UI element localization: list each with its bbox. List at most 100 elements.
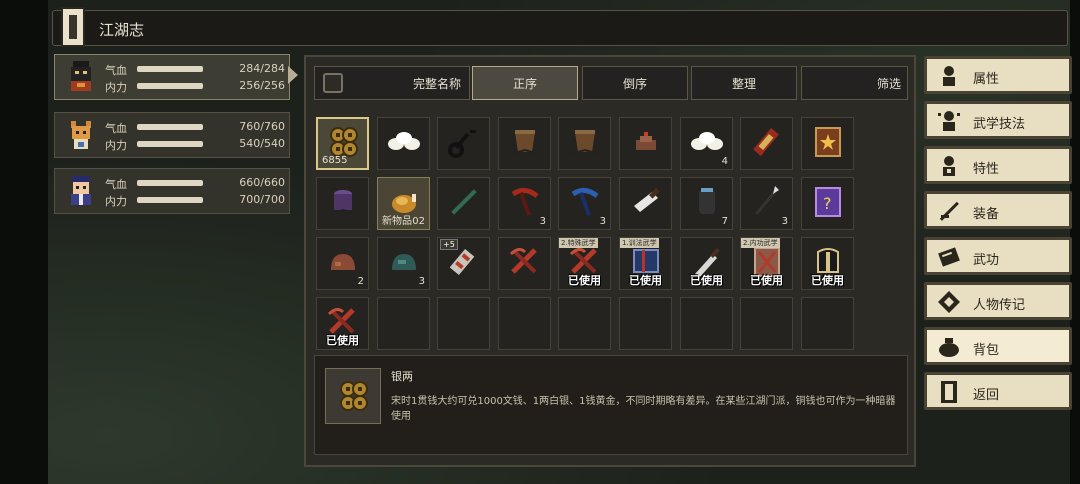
inventory-slot[interactable] [558,117,611,170]
book-star-icon [815,127,841,157]
inventory-slot[interactable] [437,117,490,170]
mp-bar [137,141,203,147]
full-name-toggle[interactable]: 完整名称 [314,66,470,100]
organize-button[interactable]: 整理 [691,66,797,100]
hp-label: 气血 [105,178,127,191]
menu-button-door[interactable]: 返回 [924,372,1072,410]
bag-icon [939,338,959,357]
full-name-label: 完整名称 [412,76,461,91]
inventory-slot[interactable] [498,117,551,170]
spear-icon [755,186,779,215]
inventory-slot[interactable] [619,117,672,170]
inventory-slot[interactable]: 已使用 [316,297,369,350]
menu-button-bag[interactable]: 背包 [924,327,1072,365]
filter-label: 筛选 [876,76,901,91]
character-card-2[interactable]: 气血 760/760 内力 540/540 [54,112,290,158]
inventory-slot[interactable] [316,177,369,230]
menu-button-sword[interactable]: 装备 [924,191,1072,229]
inventory-slot[interactable]: 7 [680,177,733,230]
meat-chunk-icon [636,132,656,150]
inventory-slot[interactable]: 2.特殊武学 已使用 [558,237,611,290]
menu-button-manual[interactable]: 武功 [924,237,1072,275]
mp-value: 256/256 [239,79,285,92]
inventory-slot[interactable] [377,117,430,170]
inventory-slot[interactable]: 4 [680,117,733,170]
hp-value: 284/284 [239,62,285,75]
inventory-slot[interactable]: 已使用 [801,237,854,290]
menu-label: 装备 [973,207,1000,222]
left-edge [0,0,48,484]
filter-button[interactable]: 筛选 [801,66,908,100]
sort-desc-button[interactable]: 倒序 [582,66,688,100]
empty-inventory-slot[interactable] [498,297,551,350]
menu-label: 返回 [973,388,1000,403]
manual-icon [938,247,960,267]
mp-label: 内力 [105,139,127,152]
menu-button-diamond[interactable]: 人物传记 [924,282,1072,320]
hp-value: 660/660 [239,176,285,189]
detail-item-description: 宋时1贯钱大约可兑1000文钱、1两白银、1钱黄金，不同时期略有差异。在某些江湖… [391,396,896,422]
inventory-slot[interactable]: 3 [377,237,430,290]
sort-asc-button[interactable]: 正序 [472,66,578,100]
martial-category-tag: 1.训法武学 [620,238,659,248]
inventory-slot[interactable]: 3 [498,177,551,230]
organize-label: 整理 [731,76,756,91]
menu-button-person[interactable]: 属性 [924,56,1072,94]
sword-icon [939,201,959,221]
item-quantity: 3 [599,216,606,227]
inventory-slot[interactable] [740,117,793,170]
white-buns-icon [388,132,420,150]
red-cross-icon [509,247,537,274]
empty-inventory-slot[interactable] [558,297,611,350]
martial-category-tag: 2.特殊武学 [559,238,598,248]
menu-label: 武功 [973,253,1000,268]
inventory-slot[interactable]: 6855 [316,117,369,170]
inventory-slot[interactable]: 1.训法武学 已使用 [619,237,672,290]
empty-inventory-slot[interactable] [680,297,733,350]
inventory-slot[interactable]: 2 [316,237,369,290]
inventory-slot[interactable] [437,177,490,230]
door-icon [941,381,957,403]
hooded-hero-avatar-icon [71,61,91,91]
used-label: 已使用 [750,274,783,287]
item-quantity: 2 [357,276,364,287]
empty-inventory-slot[interactable] [377,297,430,350]
menu-button-martial-person[interactable]: 武学技法 [924,101,1072,139]
item-quantity: 3 [418,276,425,287]
inventory-slot[interactable]: +5 [437,237,490,290]
diamond-icon [938,291,960,313]
empty-inventory-slot[interactable] [740,297,793,350]
item-quantity: 3 [781,216,788,227]
hp-label: 气血 [105,64,127,77]
empty-inventory-slot[interactable] [801,297,854,350]
mp-label: 内力 [105,195,127,208]
full-name-checkbox[interactable] [323,73,343,93]
detail-item-slot [325,368,381,424]
red-scroll-icon [753,128,779,156]
inventory-slot[interactable]: ? [801,177,854,230]
inventory-slot[interactable]: 3 [740,177,793,230]
menu-button-trait-person[interactable]: 特性 [924,146,1072,184]
inventory-slot[interactable]: 新物品 02 [377,177,430,230]
blue-pickaxe-icon [571,188,599,216]
character-card-1[interactable]: 气血 284/284 内力 256/256 [54,54,290,100]
inventory-slot[interactable] [498,237,551,290]
mp-bar [137,83,203,89]
inventory-slot[interactable]: 2.内功武学已使用 [740,237,793,290]
martial-category-tag: 2.内功武学 [741,238,780,248]
mp-value: 700/700 [239,193,285,206]
mp-bar [137,197,203,203]
empty-inventory-slot[interactable] [437,297,490,350]
inventory-slot[interactable]: 已使用 [680,237,733,290]
green-staff-icon [451,189,477,215]
enhance-level-badge: +5 [440,239,458,250]
inventory-slot[interactable] [801,117,854,170]
sort-desc-label: 倒序 [622,76,647,91]
inventory-slot[interactable] [619,177,672,230]
inventory-slot[interactable]: 3 [558,177,611,230]
character-card-3[interactable]: 气血 660/660 内力 700/700 [54,168,290,214]
menu-label: 武学技法 [973,117,1026,132]
black-key-icon [448,130,476,158]
empty-inventory-slot[interactable] [619,297,672,350]
item-quantity: 02 [412,216,425,227]
